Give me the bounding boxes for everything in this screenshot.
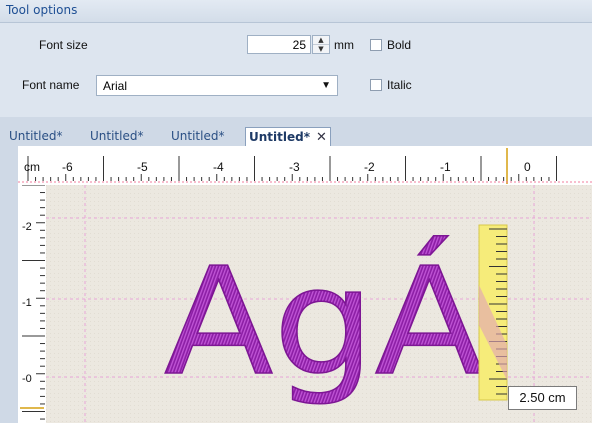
italic-label: Italic <box>387 78 412 92</box>
tool-options-title: Tool options <box>6 3 78 17</box>
tab-label: Untitled* <box>171 129 225 143</box>
measurement-tooltip: 2.50 cm <box>508 386 577 410</box>
font-size-label: Font size <box>39 38 88 52</box>
ruler-label: -6 <box>62 160 73 174</box>
ruler-label: 0 <box>524 160 531 174</box>
spin-down-icon[interactable]: ▼ <box>313 45 329 53</box>
tab-label: Untitled* <box>9 129 63 143</box>
ruler-label: -2 <box>364 160 375 174</box>
font-size-stepper[interactable]: ▲ ▼ <box>312 35 330 54</box>
tab-label: Untitled* <box>249 130 310 144</box>
ruler-label-v: -1 <box>22 297 32 309</box>
ruler-unit-label: cm <box>24 160 40 174</box>
ruler-label-v: -2 <box>22 221 32 233</box>
tool-options-header: Tool options <box>0 0 592 23</box>
vertical-ruler[interactable]: -2 -1 -0 <box>18 185 46 423</box>
font-size-unit: mm <box>334 38 354 52</box>
embroidery-text[interactable]: AgÁ <box>163 234 485 409</box>
chevron-down-icon[interactable]: ▼ <box>321 80 331 91</box>
tab-untitled-2[interactable]: Untitled* <box>87 127 146 146</box>
tab-untitled-3[interactable]: Untitled* <box>168 127 227 146</box>
origin-marker <box>506 148 508 184</box>
ruler-label: -5 <box>137 160 148 174</box>
origin-marker-v <box>20 407 44 409</box>
ruler-label: -4 <box>213 160 224 174</box>
ruler-label: -1 <box>440 160 451 174</box>
bold-checkbox[interactable] <box>370 39 382 51</box>
font-name-select[interactable]: Arial ▼ <box>96 75 338 96</box>
font-size-input[interactable]: 25 <box>247 35 311 54</box>
bold-label: Bold <box>387 38 412 52</box>
close-icon[interactable]: ✕ <box>316 130 327 145</box>
italic-checkbox[interactable] <box>370 79 382 91</box>
document-tabs: Untitled* Untitled* Untitled* Untitled* ✕ <box>0 124 592 147</box>
tab-untitled-1[interactable]: Untitled* <box>6 127 65 146</box>
horizontal-ruler[interactable]: cm -6 -5 -4 -3 -2 -1 0 <box>18 146 592 186</box>
ruler-label-v: -0 <box>22 373 32 385</box>
spin-up-icon[interactable]: ▲ <box>313 36 329 45</box>
horizontal-ruler-graphic <box>18 148 592 184</box>
font-name-label: Font name <box>22 78 80 92</box>
ruler-label: -3 <box>289 160 300 174</box>
tab-label: Untitled* <box>90 129 144 143</box>
left-frame <box>0 146 18 423</box>
font-name-value: Arial <box>103 79 128 93</box>
measure-tape[interactable] <box>478 224 508 401</box>
tab-untitled-active[interactable]: Untitled* ✕ <box>245 127 331 147</box>
